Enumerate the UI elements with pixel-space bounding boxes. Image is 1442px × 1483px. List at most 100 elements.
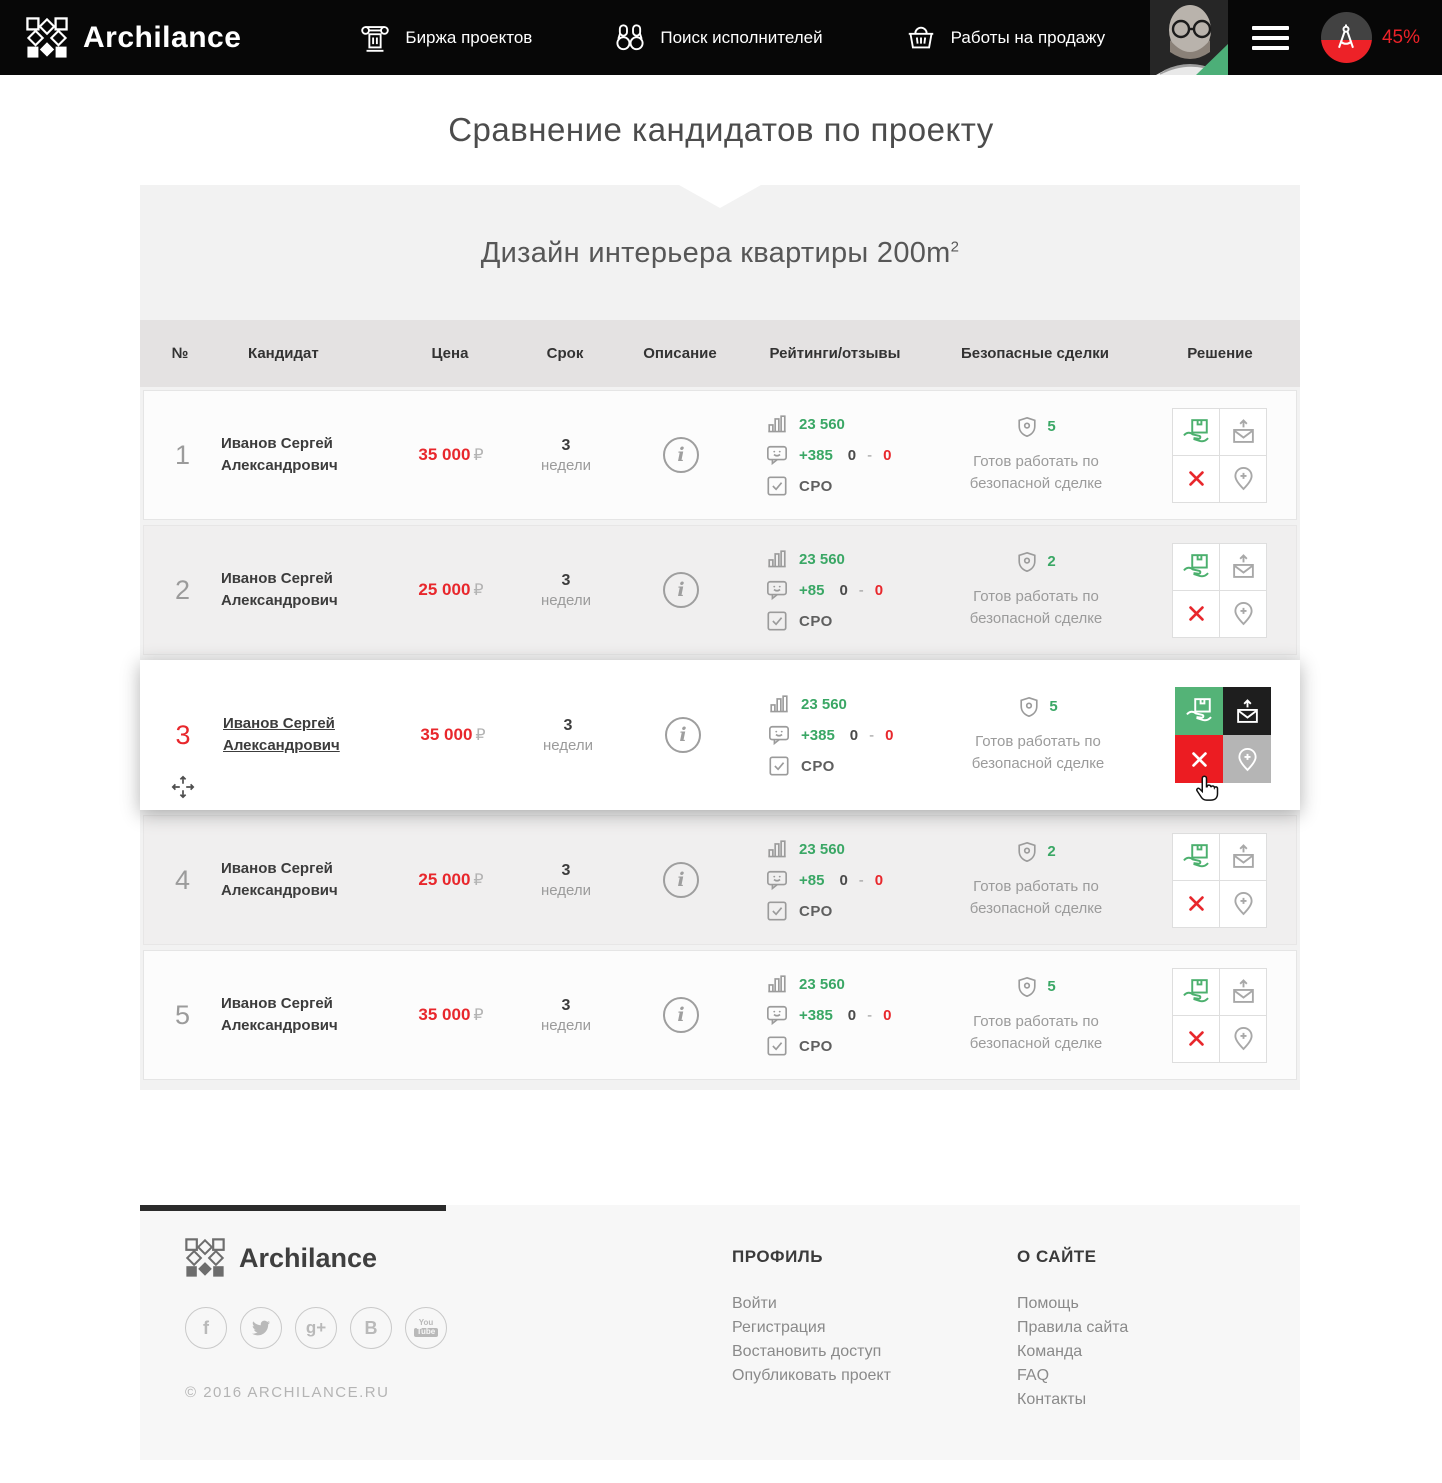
reviews-icon xyxy=(766,869,788,891)
candidate-row-5: 5 Иванов Сергей Александрович 35 000₽ 3н… xyxy=(143,950,1297,1080)
candidate-row-4: 4 Иванов Сергей Александрович 25 000₽ 3н… xyxy=(143,815,1297,945)
cursor-pointer-icon xyxy=(1191,771,1221,801)
send-message-button[interactable] xyxy=(1220,409,1266,455)
send-message-button[interactable] xyxy=(1220,834,1266,880)
send-message-button[interactable] xyxy=(1220,969,1266,1015)
candidate-name-link[interactable]: Иванов Сергей Александрович xyxy=(221,860,338,899)
location-button[interactable] xyxy=(1220,881,1266,927)
decision-buttons xyxy=(1172,408,1267,503)
compass-icon xyxy=(1331,23,1361,53)
column-header-description: Описание xyxy=(620,345,740,362)
location-button[interactable] xyxy=(1220,1016,1266,1062)
row-number: 2 xyxy=(144,526,221,654)
certificate-check-icon xyxy=(766,475,788,497)
nav-item-find-contractors[interactable]: Поиск исполнителей xyxy=(614,22,822,54)
decline-icon xyxy=(1187,1029,1206,1048)
info-icon: i xyxy=(677,579,684,601)
location-button[interactable] xyxy=(1220,456,1266,502)
ratings: 23 560 +3850-0 СРО xyxy=(743,693,933,777)
candidate-name-link[interactable]: Иванов Сергей Александрович xyxy=(221,435,338,474)
move-handle-icon[interactable] xyxy=(170,774,196,800)
decline-button[interactable] xyxy=(1173,456,1219,502)
decline-button[interactable] xyxy=(1173,591,1219,637)
bar-chart-icon xyxy=(766,838,788,860)
comparison-panel: Дизайн интерьера квартиры 200m2 № Кандид… xyxy=(140,185,1300,1090)
make-deal-icon xyxy=(1185,697,1213,725)
brand-logo[interactable]: Archilance xyxy=(26,17,241,59)
footer-link-faq[interactable]: FAQ xyxy=(1017,1364,1128,1388)
location-button[interactable] xyxy=(1220,591,1266,637)
profile-progress-circle[interactable] xyxy=(1321,12,1372,63)
candidate-name-link[interactable]: Иванов Сергей Александрович xyxy=(221,995,338,1034)
decision-buttons xyxy=(1172,833,1267,928)
safe-deals: 5 Готов работать по безопасной сделке xyxy=(931,416,1141,495)
decline-button[interactable] xyxy=(1175,735,1223,783)
description-info-button[interactable]: i xyxy=(663,437,699,473)
google-plus-icon[interactable]: g+ xyxy=(295,1307,337,1349)
send-message-button[interactable] xyxy=(1220,544,1266,590)
candidate-name-link[interactable]: Иванов Сергей Александрович xyxy=(223,715,340,754)
send-message-button[interactable] xyxy=(1223,687,1271,735)
footer-link-team[interactable]: Команда xyxy=(1017,1340,1128,1364)
safe-deals: 5 Готов работать по безопасной сделке xyxy=(933,696,1143,775)
term: 3недели xyxy=(511,572,621,609)
column-header-safe-deals: Безопасные сделки xyxy=(930,345,1140,362)
price: 35 000₽ xyxy=(391,445,511,465)
certificate-check-icon xyxy=(766,900,788,922)
profile-progress: 45% xyxy=(1321,12,1420,63)
footer-link-login[interactable]: Войти xyxy=(732,1292,891,1316)
send-message-icon xyxy=(1231,844,1256,869)
ratings: 23 560 +850-0 СРО xyxy=(741,838,931,922)
row-number: 1 xyxy=(144,391,221,519)
make-deal-button[interactable] xyxy=(1173,834,1219,880)
shield-icon xyxy=(1016,416,1038,438)
candidate-row-2: 2 Иванов Сергей Александрович 25 000₽ 3н… xyxy=(143,525,1297,655)
make-deal-button[interactable] xyxy=(1173,409,1219,455)
description-info-button[interactable]: i xyxy=(663,572,699,608)
footer-link-register[interactable]: Регистрация xyxy=(732,1316,891,1340)
footer-link-rules[interactable]: Правила сайта xyxy=(1017,1316,1128,1340)
vk-icon[interactable]: B xyxy=(350,1307,392,1349)
footer-brand-logo[interactable]: Archilance xyxy=(185,1238,447,1278)
decision-buttons xyxy=(1172,543,1267,638)
user-avatar[interactable] xyxy=(1150,0,1228,75)
nav-item-projects-exchange[interactable]: Биржа проектов xyxy=(359,22,532,54)
twitter-icon[interactable] xyxy=(240,1307,282,1349)
description-info-button[interactable]: i xyxy=(665,717,701,753)
description-info-button[interactable]: i xyxy=(663,862,699,898)
decline-button[interactable] xyxy=(1173,881,1219,927)
make-deal-icon xyxy=(1182,843,1210,871)
nav-item-works-for-sale[interactable]: Работы на продажу xyxy=(905,22,1106,54)
nav-label: Поиск исполнителей xyxy=(660,28,822,48)
decline-icon xyxy=(1187,604,1206,623)
make-deal-button[interactable] xyxy=(1175,687,1223,735)
certificate-check-icon xyxy=(768,755,790,777)
make-deal-button[interactable] xyxy=(1173,544,1219,590)
footer-link-restore-access[interactable]: Востановить доступ xyxy=(732,1340,891,1364)
decision-buttons xyxy=(1172,968,1267,1063)
info-icon: i xyxy=(677,1004,684,1026)
candidate-name-link[interactable]: Иванов Сергей Александрович xyxy=(221,570,338,609)
facebook-icon[interactable]: f xyxy=(185,1307,227,1349)
safe-deals: 5 Готов работать по безопасной сделке xyxy=(931,976,1141,1055)
description-info-button[interactable]: i xyxy=(663,997,699,1033)
footer-link-publish-project[interactable]: Опубликовать проект xyxy=(732,1364,891,1388)
location-icon xyxy=(1231,601,1256,626)
youtube-icon[interactable]: YouTube xyxy=(405,1307,447,1349)
send-message-icon xyxy=(1231,979,1256,1004)
decision-buttons xyxy=(1175,687,1271,783)
footer-link-help[interactable]: Помощь xyxy=(1017,1292,1128,1316)
row-number: 5 xyxy=(144,951,221,1079)
term: 3недели xyxy=(513,717,623,754)
make-deal-button[interactable] xyxy=(1173,969,1219,1015)
send-message-icon xyxy=(1235,699,1260,724)
menu-icon[interactable] xyxy=(1252,20,1289,56)
footer-link-contacts[interactable]: Контакты xyxy=(1017,1388,1128,1412)
location-button[interactable] xyxy=(1223,735,1271,783)
safe-deals: 2 Готов работать по безопасной сделке xyxy=(931,551,1141,630)
social-links: f g+ B YouTube xyxy=(185,1307,447,1349)
decline-button[interactable] xyxy=(1173,1016,1219,1062)
footer-accent-bar xyxy=(140,1205,446,1211)
safe-deals: 2 Готов работать по безопасной сделке xyxy=(931,841,1141,920)
term: 3недели xyxy=(511,862,621,899)
